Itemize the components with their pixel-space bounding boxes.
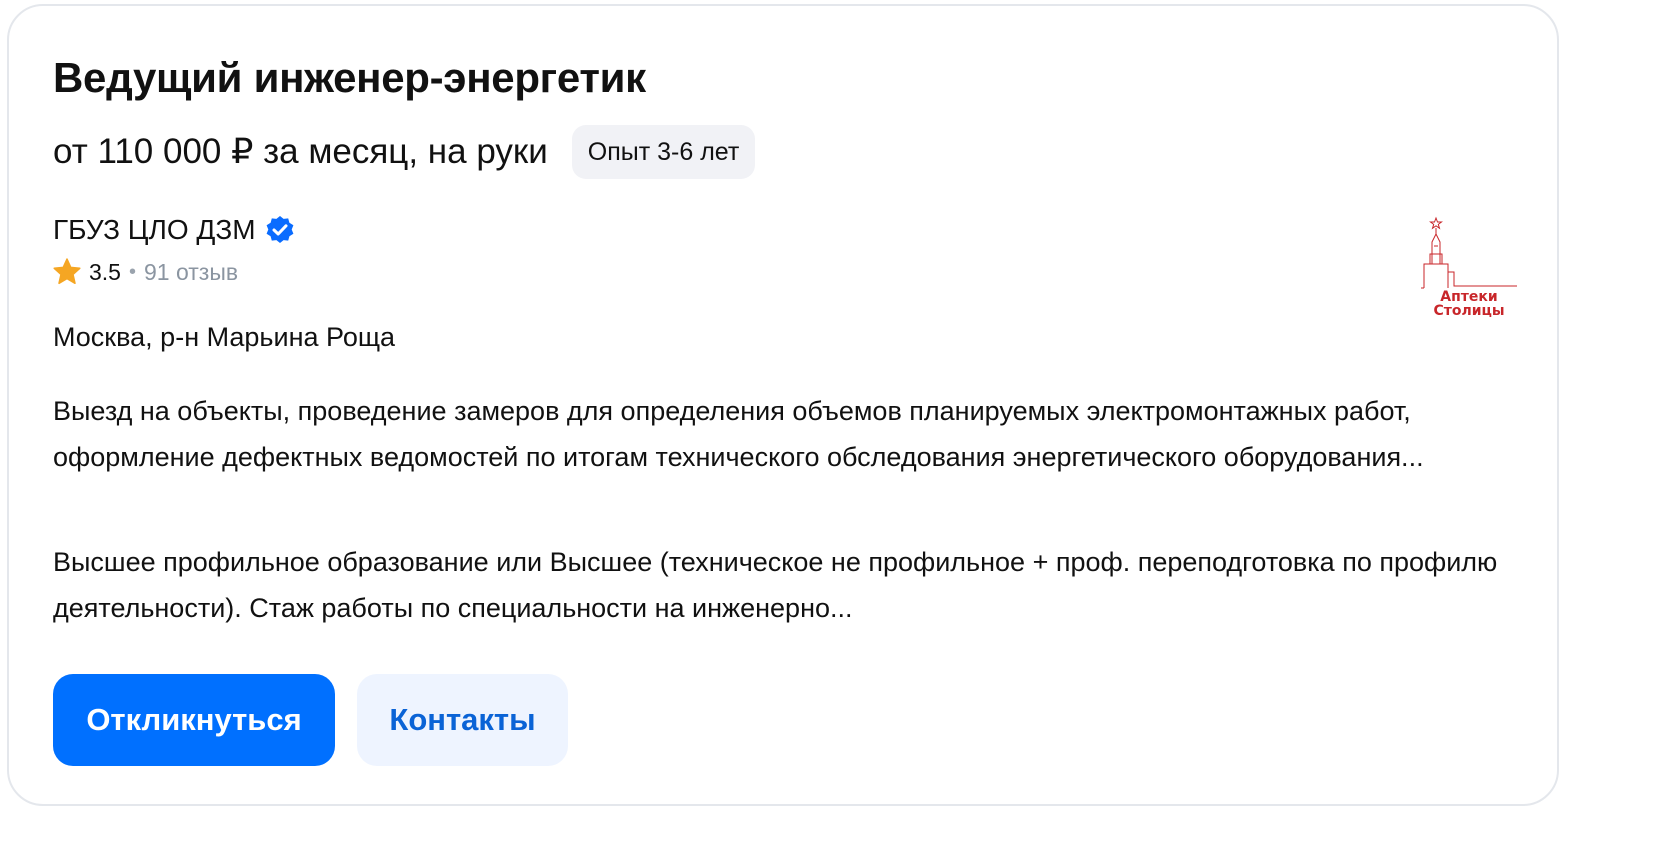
location-text: Москва, р-н Марьина Роща xyxy=(53,322,396,352)
reviews-count[interactable]: 91 отзыв xyxy=(144,259,238,286)
company-name-link[interactable]: ГБУЗ ЦЛО ДЗМ xyxy=(53,214,256,246)
star-icon xyxy=(51,256,83,288)
company-logo[interactable]: Аптеки Столицы xyxy=(1419,212,1519,322)
vacancy-card[interactable]: Ведущий инженер-энергетик от 110 000 ₽ з… xyxy=(7,4,1559,806)
separator-dot: • xyxy=(128,260,136,283)
experience-badge: Опыт 3-6 лет xyxy=(571,125,756,179)
responsibilities-snippet: Выезд на объекты, проведение замеров для… xyxy=(53,396,1424,472)
vacancy-title[interactable]: Ведущий инженер-энергетик xyxy=(53,54,646,102)
rating-value: 3.5 xyxy=(89,258,121,285)
requirements-snippet: Высшее профильное образование или Высшее… xyxy=(53,547,1498,623)
logo-text: Аптеки Столицы xyxy=(1433,289,1505,319)
verified-check-icon xyxy=(264,214,296,246)
rating-row[interactable]: 3.5 • 91 отзыв xyxy=(51,254,238,290)
apply-button[interactable]: Откликнуться xyxy=(53,674,335,766)
company-row: ГБУЗ ЦЛО ДЗМ xyxy=(53,210,296,250)
salary-text: от 110 000 ₽ за месяц, на руки xyxy=(53,132,548,171)
kremlin-tower-icon xyxy=(1421,216,1517,289)
salary-row: от 110 000 ₽ за месяц, на руки Опыт 3-6 … xyxy=(53,124,756,180)
contacts-button[interactable]: Контакты xyxy=(357,674,568,766)
